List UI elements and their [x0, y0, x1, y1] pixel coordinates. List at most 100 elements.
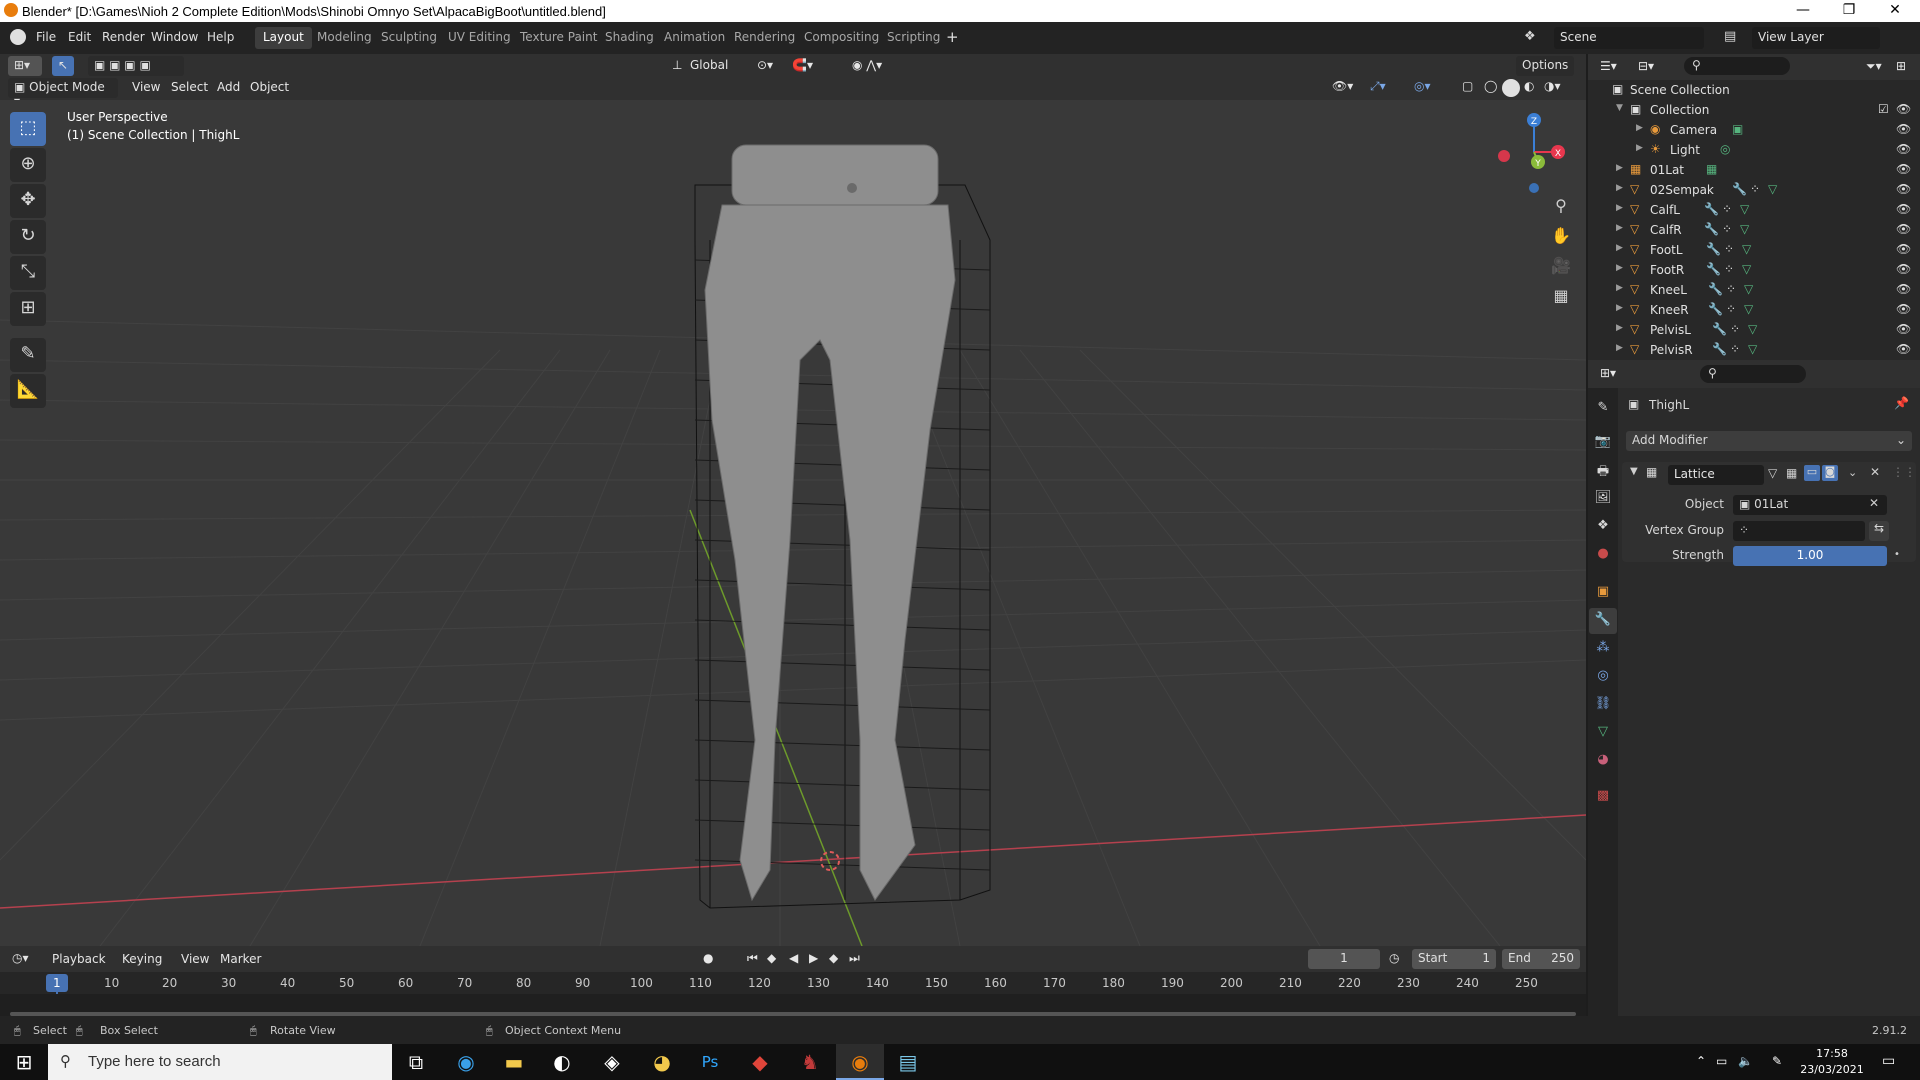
mesh-data-icon[interactable]: ▽ [1740, 222, 1749, 236]
tab-layout[interactable]: Layout [255, 27, 312, 49]
display-mode-icon[interactable]: ⊟▾ [1638, 59, 1654, 73]
prev-keyframe-icon[interactable]: ◆ [767, 951, 776, 965]
lattice-data-icon[interactable]: ▦ [1706, 162, 1717, 176]
outliner-row-calfr[interactable]: ▶ ▽ CalfR 🔧 ⁘ ▽ 👁 [1588, 220, 1920, 240]
vertex-groups-icon[interactable]: ⁘ [1730, 342, 1740, 356]
camera-data-icon[interactable]: ▣ [1732, 122, 1743, 136]
mesh-data-icon[interactable]: ▽ [1768, 182, 1777, 196]
network-icon[interactable]: ▭ [1716, 1054, 1727, 1068]
add-workspace-icon[interactable]: + [946, 28, 959, 46]
expand-arrow-icon[interactable]: ▶ [1616, 323, 1623, 333]
taskbar-time[interactable]: 17:58 [1804, 1047, 1860, 1060]
solid-shading-icon[interactable] [1502, 79, 1520, 97]
tab-texture-paint[interactable]: Texture Paint [512, 27, 605, 49]
restore-icon[interactable]: ❐ [1826, 0, 1872, 22]
menu-view[interactable]: View [132, 80, 160, 94]
outliner-row-collection[interactable]: ▼ ▣ Collection ☑ 👁 [1588, 100, 1920, 120]
properties-editor-icon[interactable]: ⊞▾ [1600, 366, 1616, 380]
object-field[interactable]: ▣ 01Lat [1733, 495, 1887, 515]
view-layer-tab-icon[interactable]: 🖼 [1593, 490, 1613, 510]
keyframe-dot-icon[interactable]: • [1894, 549, 1900, 560]
visibility-icon[interactable]: 👁▾ [1332, 79, 1353, 93]
eye-icon[interactable]: 👁 [1896, 182, 1911, 196]
minimize-icon[interactable]: — [1780, 0, 1826, 22]
add-modifier-button[interactable]: Add Modifier ⌄ [1626, 431, 1912, 451]
annotate-tool-icon[interactable]: ✎ [10, 338, 46, 372]
vertex-group-field[interactable]: ⁘ [1733, 521, 1865, 541]
chrome-browser-icon[interactable]: ◕ [638, 1044, 686, 1080]
expand-arrow-icon[interactable]: ▶ [1616, 243, 1623, 253]
world-tab-icon[interactable]: ● [1593, 546, 1613, 566]
jump-start-icon[interactable]: ⏮ [747, 951, 758, 966]
outliner-row-footl[interactable]: ▶ ▽ FootL 🔧 ⁘ ▽ 👁 [1588, 240, 1920, 260]
modifier-wrench-icon[interactable]: 🔧 [1706, 262, 1721, 276]
strength-slider[interactable]: 1.00 [1733, 546, 1887, 566]
scene-tab-icon[interactable]: ❖ [1593, 518, 1613, 538]
texture-tab-icon[interactable]: ▩ [1593, 788, 1613, 808]
eye-icon[interactable]: 👁 [1896, 122, 1911, 136]
filter-icon[interactable]: ⏷▾ [1866, 59, 1882, 74]
vertex-groups-icon[interactable]: ⁘ [1730, 322, 1740, 336]
modifier-wrench-icon[interactable]: 🔧 [1708, 302, 1723, 316]
tab-compositing[interactable]: Compositing [796, 27, 887, 49]
transform-orientation-select[interactable]: Global [690, 58, 728, 72]
notepad-icon[interactable]: ▤ [884, 1044, 932, 1080]
scale-tool-icon[interactable]: ⤡ [10, 256, 46, 290]
tab-shading[interactable]: Shading [597, 27, 662, 49]
physics-tab-icon[interactable]: ◎ [1593, 668, 1613, 688]
menu-marker[interactable]: Marker [220, 952, 261, 966]
rotate-tool-icon[interactable]: ↻ [10, 220, 46, 254]
acrobat-icon[interactable]: ◆ [736, 1044, 784, 1080]
properties-search-field[interactable]: ⚲ [1700, 365, 1806, 383]
menu-file[interactable]: File [36, 30, 56, 44]
tab-animation[interactable]: Animation [656, 27, 733, 49]
vertex-groups-icon[interactable]: ⁘ [1726, 282, 1736, 296]
eye-icon[interactable]: 👁 [1896, 322, 1911, 336]
object-tab-icon[interactable]: ▣ [1593, 584, 1613, 604]
select-mode-icon[interactable]: ↖ [52, 56, 74, 76]
orientation-icon[interactable]: ⊥ [672, 58, 682, 72]
expand-arrow-icon[interactable]: ▶ [1616, 163, 1623, 173]
start-frame-field[interactable]: Start 1 [1412, 949, 1496, 969]
expand-arrow-icon[interactable]: ▶ [1616, 343, 1623, 353]
vertex-groups-icon[interactable]: ⁘ [1724, 262, 1734, 276]
overlays-icon[interactable]: ◎▾ [1414, 79, 1431, 93]
play-reverse-icon[interactable]: ◀ [789, 951, 798, 965]
eye-icon[interactable]: 👁 [1896, 242, 1911, 256]
outliner-row-pelvisl[interactable]: ▶ ▽ PelvisL 🔧 ⁘ ▽ 👁 [1588, 320, 1920, 340]
cage-toggle-icon[interactable]: ▦ [1786, 466, 1797, 480]
scene-icon[interactable]: ❖ [1524, 29, 1536, 44]
mesh-data-icon[interactable]: ▽ [1742, 262, 1751, 276]
outliner-row-scene-collection[interactable]: ▣ Scene Collection [1588, 80, 1920, 100]
pivot-icon[interactable]: ⊙▾ [757, 58, 773, 72]
preview-range-icon[interactable]: ◷ [1389, 951, 1399, 965]
timeline-editor-icon[interactable]: ◷▾ [12, 951, 29, 965]
move-tool-icon[interactable]: ✥ [10, 184, 46, 218]
timeline-body[interactable] [0, 994, 1586, 1016]
vertex-groups-icon[interactable]: ⁘ [1722, 202, 1732, 216]
output-tab-icon[interactable]: 🖶 [1593, 462, 1613, 482]
ortho-toggle-icon[interactable]: ▦ [1548, 286, 1574, 312]
task-view-icon[interactable]: ⧉ [392, 1044, 440, 1080]
navigation-gizmo[interactable]: Z X Y [1486, 106, 1566, 196]
tab-modeling[interactable]: Modeling [309, 27, 380, 49]
modifier-wrench-icon[interactable]: 🔧 [1712, 342, 1727, 356]
drag-handle-icon[interactable]: ⋮⋮ [1892, 465, 1916, 479]
expand-arrow-icon[interactable]: ▶ [1616, 303, 1623, 313]
blender-menu-icon[interactable] [10, 29, 26, 45]
rendered-shading-icon[interactable]: ◑▾ [1544, 79, 1561, 93]
3d-viewport[interactable]: ⬚ ⊕ ✥ ↻ ⤡ ⊞ ✎ 📐 User Perspective (1) Sce… [0, 100, 1586, 946]
pan-hand-icon[interactable]: ✋ [1548, 226, 1574, 252]
particles-tab-icon[interactable]: ⁂ [1593, 640, 1613, 660]
windows-start-icon[interactable]: ⊞ [0, 1044, 48, 1080]
transform-tool-icon[interactable]: ⊞ [10, 292, 46, 326]
scene-selector[interactable]: Scene [1554, 27, 1704, 49]
cursor-tool-icon[interactable]: ⊕ [10, 148, 46, 182]
mesh-data-icon[interactable]: ▽ [1742, 242, 1751, 256]
collapse-arrow-icon[interactable]: ▼ [1630, 466, 1638, 477]
menu-object[interactable]: Object [250, 80, 289, 94]
tab-rendering[interactable]: Rendering [726, 27, 803, 49]
menu-add[interactable]: Add [217, 80, 240, 94]
tab-uv-editing[interactable]: UV Editing [440, 27, 519, 49]
tray-overflow-icon[interactable]: ⌃ [1696, 1054, 1706, 1068]
